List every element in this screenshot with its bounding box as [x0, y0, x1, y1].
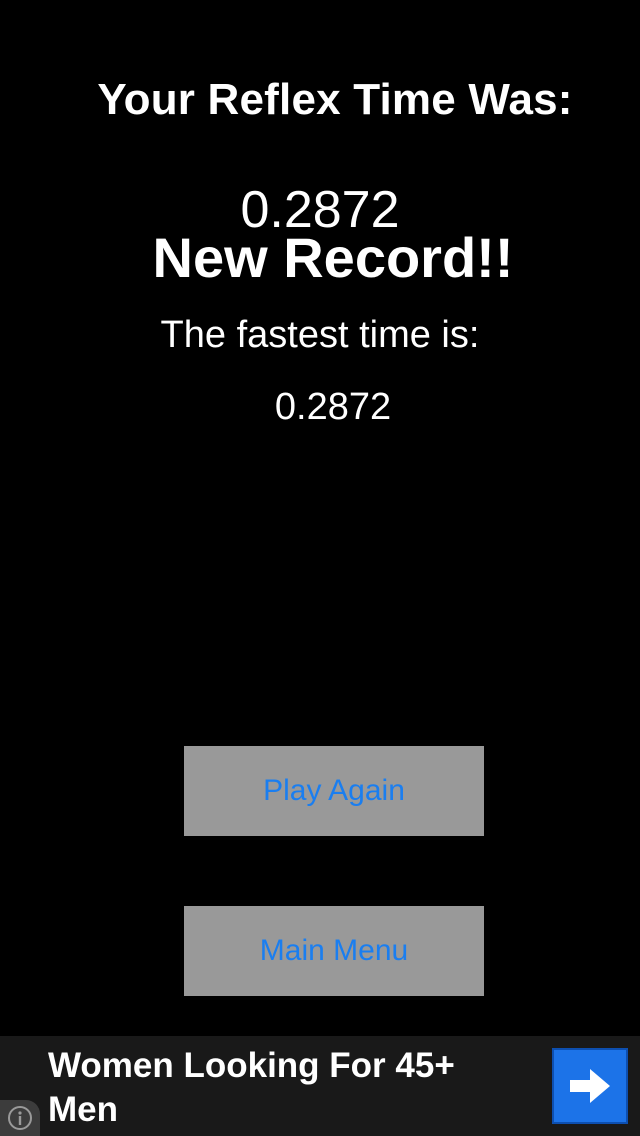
main-menu-button[interactable]: Main Menu — [184, 906, 484, 996]
ad-banner[interactable]: Women Looking For 45+ Men — [0, 1036, 640, 1136]
fastest-time-label: The fastest time is: — [160, 314, 480, 356]
ad-text: Women Looking For 45+ Men — [48, 1046, 455, 1129]
play-again-button[interactable]: Play Again — [184, 746, 484, 836]
info-icon[interactable] — [0, 1100, 40, 1136]
page-title: Your Reflex Time Was: — [97, 75, 573, 124]
fastest-time-value: 0.2872 — [274, 386, 392, 428]
result-screen: Your Reflex Time Was: 0.2872 New Record!… — [0, 0, 640, 1136]
arrow-right-icon[interactable] — [552, 1048, 628, 1124]
new-record-label: New Record!! — [152, 226, 514, 289]
